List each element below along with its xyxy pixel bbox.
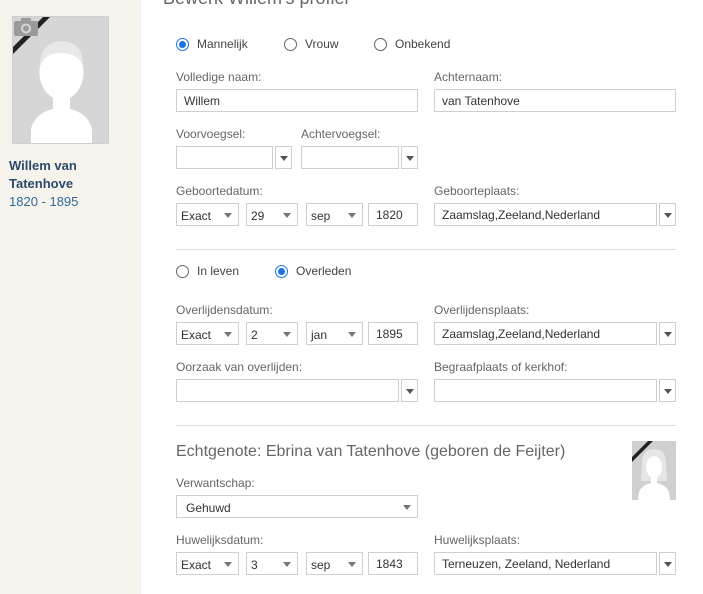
select-value: sep xyxy=(311,209,331,223)
spouse-title: Echtgenote: Ebrina van Tatenhove (gebore… xyxy=(176,443,566,460)
chevron-down-icon xyxy=(348,213,356,218)
chevron-down-icon xyxy=(664,332,672,337)
chevron-down-icon xyxy=(224,332,232,337)
full-name-input[interactable]: Willem xyxy=(176,89,418,112)
chevron-down-icon xyxy=(283,213,291,218)
full-name-label: Volledige naam: xyxy=(176,70,262,84)
radio-label: Vrouw xyxy=(305,37,339,51)
marriage-day-select[interactable]: 3 xyxy=(246,552,298,575)
select-value: Exact xyxy=(181,558,212,572)
radio-unchecked-icon[interactable] xyxy=(284,37,297,51)
prefix-input[interactable] xyxy=(176,146,273,169)
birth-place-label: Geboorteplaats: xyxy=(434,184,520,198)
burial-place-label: Begraafplaats of kerkhof: xyxy=(434,360,568,374)
select-value: 3 xyxy=(251,558,258,572)
profile-sidebar: Willem van Tatenhove 1820 - 1895 xyxy=(0,0,141,594)
chevron-down-icon xyxy=(283,332,291,337)
select-value: Exact xyxy=(181,328,212,342)
status-radio-alive[interactable]: In leven xyxy=(176,264,239,278)
edit-profile-form: Bewerk Willem's profiel Mannelijk Vrouw … xyxy=(141,0,703,594)
marriage-place-input[interactable]: Terneuzen, Zeeland, Nederland xyxy=(434,552,657,575)
female-silhouette-icon xyxy=(632,441,676,500)
select-value: 2 xyxy=(251,328,258,342)
camera-icon[interactable] xyxy=(13,17,39,37)
death-day-select[interactable]: 2 xyxy=(246,322,298,345)
birth-date-label: Geboortedatum: xyxy=(176,184,263,198)
birth-precision-select[interactable]: Exact xyxy=(176,203,239,226)
death-date-label: Overlijdensdatum: xyxy=(176,303,273,317)
chevron-down-icon xyxy=(664,389,672,394)
marriage-month-select[interactable]: sep xyxy=(306,552,363,575)
marriage-place-label: Huwelijksplaats: xyxy=(434,533,521,547)
chevron-down-icon xyxy=(348,562,356,567)
chevron-down-icon xyxy=(406,389,414,394)
gender-radio-unknown[interactable]: Onbekend xyxy=(374,37,450,51)
marriage-date-label: Huwelijksdatum: xyxy=(176,533,264,547)
section-divider xyxy=(176,425,676,426)
chevron-down-icon xyxy=(224,562,232,567)
chevron-down-icon xyxy=(348,332,356,337)
burial-place-input[interactable] xyxy=(434,379,657,402)
select-value: jan xyxy=(311,328,328,342)
death-month-select[interactable]: jan xyxy=(306,322,363,345)
death-cause-input[interactable] xyxy=(176,379,399,402)
chevron-down-icon xyxy=(403,505,411,510)
select-value: sep xyxy=(311,558,331,572)
radio-label: Onbekend xyxy=(395,37,451,51)
profile-photo[interactable] xyxy=(12,16,109,144)
radio-unchecked-icon[interactable] xyxy=(176,264,189,278)
suffix-input[interactable] xyxy=(301,146,399,169)
marriage-place-dropdown-button[interactable] xyxy=(659,552,676,575)
last-name-input[interactable]: van Tatenhove xyxy=(434,89,676,112)
select-value: Gehuwd xyxy=(186,501,231,515)
death-place-input[interactable]: Zaamslag,Zeeland,Nederland xyxy=(434,322,657,345)
chevron-down-icon xyxy=(664,213,672,218)
death-year-input[interactable]: 1895 xyxy=(368,322,418,345)
prefix-dropdown-button[interactable] xyxy=(275,146,292,169)
suffix-dropdown-button[interactable] xyxy=(401,146,418,169)
chevron-down-icon xyxy=(664,562,672,567)
gender-radio-male[interactable]: Mannelijk xyxy=(176,37,248,51)
death-cause-dropdown-button[interactable] xyxy=(401,379,418,402)
death-cause-label: Oorzaak van overlijden: xyxy=(176,360,303,374)
death-place-label: Overlijdensplaats: xyxy=(434,303,530,317)
death-precision-select[interactable]: Exact xyxy=(176,322,239,345)
chevron-down-icon xyxy=(280,156,288,161)
prefix-label: Voorvoegsel: xyxy=(176,127,246,141)
page-title: Bewerk Willem's profiel xyxy=(163,0,348,9)
marriage-year-input[interactable]: 1843 xyxy=(368,552,418,575)
death-place-dropdown-button[interactable] xyxy=(659,322,676,345)
person-years: 1820 - 1895 xyxy=(9,194,79,209)
birth-place-input[interactable]: Zaamslag,Zeeland,Nederland xyxy=(434,203,657,226)
spouse-photo[interactable] xyxy=(632,441,676,500)
section-divider xyxy=(176,249,676,250)
birth-place-dropdown-button[interactable] xyxy=(659,203,676,226)
radio-label: Overleden xyxy=(296,264,352,278)
chevron-down-icon xyxy=(406,156,414,161)
suffix-label: Achtervoegsel: xyxy=(301,127,381,141)
chevron-down-icon xyxy=(224,213,232,218)
status-radio-deceased[interactable]: Overleden xyxy=(275,264,351,278)
burial-place-dropdown-button[interactable] xyxy=(659,379,676,402)
relation-select[interactable]: Gehuwd xyxy=(176,495,418,518)
person-name[interactable]: Willem van Tatenhove xyxy=(9,157,109,193)
select-value: Exact xyxy=(181,209,212,223)
last-name-label: Achternaam: xyxy=(434,70,503,84)
gender-radio-female[interactable]: Vrouw xyxy=(284,37,339,51)
relation-label: Verwantschap: xyxy=(176,476,255,490)
select-value: 29 xyxy=(251,209,265,223)
birth-year-input[interactable]: 1820 xyxy=(368,203,418,226)
radio-checked-icon[interactable] xyxy=(176,37,189,51)
chevron-down-icon xyxy=(283,562,291,567)
radio-label: In leven xyxy=(197,264,240,278)
marriage-precision-select[interactable]: Exact xyxy=(176,552,239,575)
birth-month-select[interactable]: sep xyxy=(306,203,363,226)
radio-unchecked-icon[interactable] xyxy=(374,37,387,51)
birth-day-select[interactable]: 29 xyxy=(246,203,298,226)
radio-label: Mannelijk xyxy=(197,37,248,51)
radio-checked-icon[interactable] xyxy=(275,264,288,278)
